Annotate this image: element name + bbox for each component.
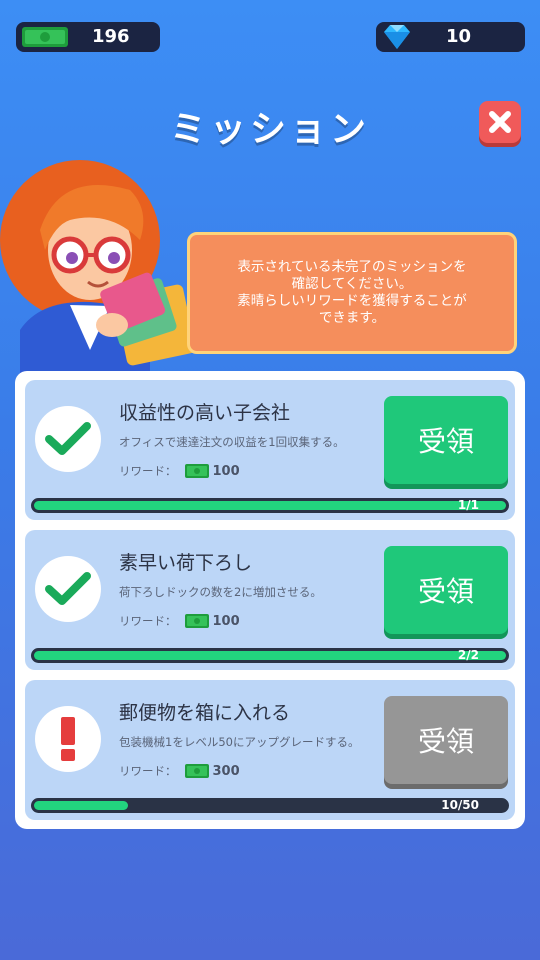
reward-row: リワード： 100	[119, 463, 240, 479]
mission-status	[35, 556, 101, 622]
progress-text: 10/50	[441, 798, 479, 812]
reward-label: リワード：	[119, 464, 177, 478]
mission-description: オフィスで速達注文の収益を1回収集する。	[119, 435, 345, 449]
mission-progress-bar: 10/50	[31, 798, 509, 813]
mission-progress-bar: 2/2	[31, 648, 509, 663]
close-icon	[489, 111, 511, 133]
mission-title: 収益性の高い子会社	[119, 402, 291, 424]
close-button[interactable]	[479, 101, 521, 143]
claim-button[interactable]: 受領	[384, 546, 508, 634]
cash-amount: 196	[92, 26, 130, 47]
reward-amount: 100	[212, 613, 240, 629]
mission-status	[35, 706, 101, 772]
reward-label: リワード：	[119, 614, 177, 628]
exclamation-icon	[61, 717, 75, 761]
mission-card: 収益性の高い子会社 オフィスで速達注文の収益を1回収集する。 リワード： 100…	[25, 380, 515, 520]
mission-description: 包装機械1をレベル50にアップグレードする。	[119, 735, 360, 749]
cash-icon	[22, 27, 68, 47]
mission-card: 郵便物を箱に入れる 包装機械1をレベル50にアップグレードする。 リワード： 3…	[25, 680, 515, 820]
page-title: ミッション	[169, 109, 370, 150]
cash-icon	[184, 764, 209, 778]
checkmark-icon	[45, 572, 91, 605]
diamond-icon	[384, 25, 410, 49]
reward-row: リワード： 300	[119, 763, 240, 779]
reward-amount: 300	[212, 763, 240, 779]
cash-icon	[184, 464, 209, 478]
assistant-character	[0, 160, 196, 380]
intro-message-box: 表示されている未完了のミッションを 確認してください。 素晴らしいリワードを獲得…	[187, 232, 517, 354]
mission-card: 素早い荷下ろし 荷下ろしドックの数を2に増加させる。 リワード： 100 受領 …	[25, 530, 515, 670]
reward-amount: 100	[212, 463, 240, 479]
mission-description: 荷下ろしドックの数を2に増加させる。	[119, 585, 322, 599]
progress-fill	[34, 501, 506, 510]
progress-text: 2/2	[457, 648, 479, 662]
claim-button[interactable]: 受領	[384, 396, 508, 484]
missions-panel: 収益性の高い子会社 オフィスで速達注文の収益を1回収集する。 リワード： 100…	[15, 371, 525, 829]
mission-status	[35, 406, 101, 472]
progress-text: 1/1	[457, 498, 479, 512]
mission-title: 郵便物を箱に入れる	[119, 702, 291, 724]
mission-title: 素早い荷下ろし	[119, 552, 253, 574]
reward-row: リワード： 100	[119, 613, 240, 629]
checkmark-icon	[45, 422, 91, 455]
reward-label: リワード：	[119, 764, 177, 778]
gem-counter: 10	[376, 22, 525, 52]
progress-fill	[34, 801, 129, 810]
mission-progress-bar: 1/1	[31, 498, 509, 513]
cash-icon	[184, 614, 209, 628]
intro-message: 表示されている未完了のミッションを 確認してください。 素晴らしいリワードを獲得…	[237, 259, 467, 326]
claim-button[interactable]: 受領	[384, 696, 508, 784]
cash-counter: 196	[16, 22, 160, 52]
progress-fill	[34, 651, 506, 660]
gem-amount: 10	[446, 26, 472, 47]
